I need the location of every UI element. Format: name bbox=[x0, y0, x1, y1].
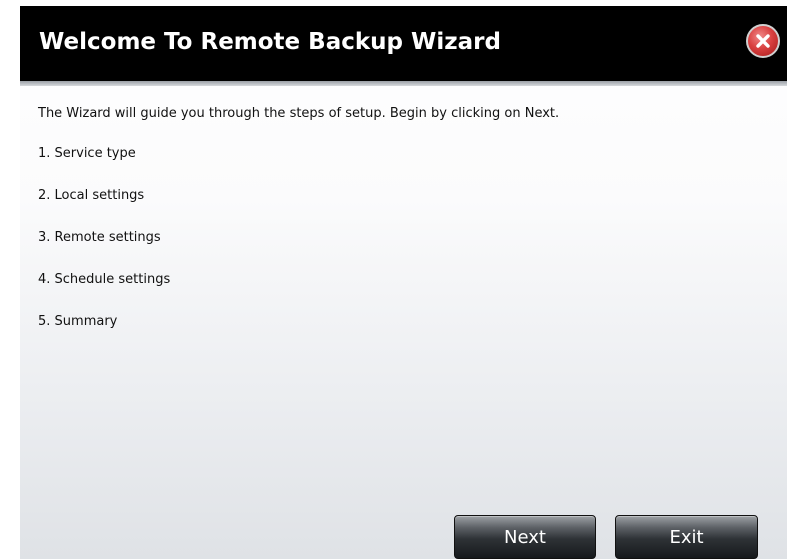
close-button[interactable] bbox=[746, 24, 780, 58]
intro-text: The Wizard will guide you through the st… bbox=[38, 106, 560, 121]
wizard-dialog: Welcome To Remote Backup Wizard The Wiza… bbox=[20, 6, 787, 559]
dialog-title: Welcome To Remote Backup Wizard bbox=[39, 29, 501, 55]
title-bar: Welcome To Remote Backup Wizard bbox=[20, 6, 787, 81]
exit-button[interactable]: Exit bbox=[615, 515, 758, 559]
close-icon bbox=[756, 34, 770, 48]
step-item: 3. Remote settings bbox=[38, 230, 161, 245]
next-button[interactable]: Next bbox=[454, 515, 596, 559]
title-bar-divider bbox=[20, 81, 787, 86]
step-item: 1. Service type bbox=[38, 146, 136, 161]
step-item: 2. Local settings bbox=[38, 188, 145, 203]
step-item: 4. Schedule settings bbox=[38, 272, 171, 287]
wizard-content: The Wizard will guide you through the st… bbox=[38, 106, 559, 356]
step-item: 5. Summary bbox=[38, 314, 118, 329]
